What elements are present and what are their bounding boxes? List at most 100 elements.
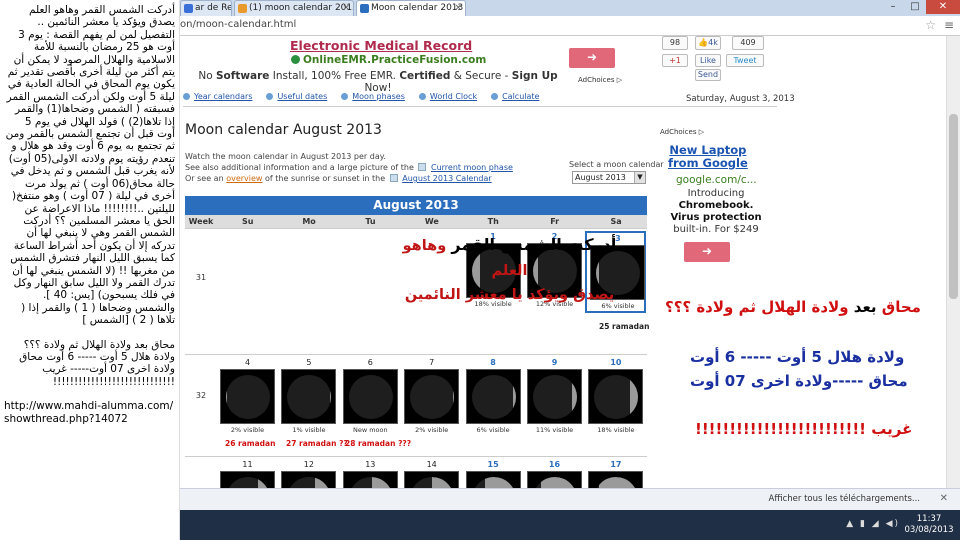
visibility-label: 18% visible — [597, 426, 635, 434]
calendar-day-cell[interactable]: 14First quarter — [401, 459, 462, 488]
ad-url[interactable]: OnlineEMR.PracticeFusion.com — [291, 54, 486, 66]
annotation-text: محاق — [876, 298, 921, 316]
ad-title-link[interactable]: Electronic Medical Record — [290, 38, 472, 53]
calendar-day-cell[interactable]: 4 2% visible — [217, 357, 278, 437]
tab-close-icon[interactable]: × — [454, 1, 462, 15]
system-tray-icons[interactable]: ▲ ▮ ◢ ◀) — [846, 519, 900, 529]
ad-text-part: Certified — [399, 70, 451, 82]
address-bar[interactable]: on/moon-calendar.html ☆ ≡ — [180, 16, 960, 36]
moon-phase-image — [281, 471, 337, 488]
bookmark-star-icon[interactable]: ☆ — [925, 18, 936, 32]
nav-useful-dates[interactable]: Useful dates — [266, 92, 327, 101]
bullet-icon — [183, 93, 190, 100]
calendar-day-cell[interactable]: 6 New moon — [340, 357, 401, 437]
dow-label: Week — [188, 217, 214, 226]
annotation-3: محاق -----ولادة اخرى 07 أوت — [690, 372, 908, 390]
tab-3[interactable]: Moon calendar 2013 × — [356, 0, 466, 16]
tab-close-icon[interactable]: × — [342, 1, 350, 15]
calendar-day-cell[interactable]: 1348% visible — [340, 459, 401, 488]
calendar-day-cell[interactable]: 7 2% visible — [401, 357, 462, 437]
month-select[interactable]: August 2013 ▼ — [572, 171, 646, 184]
adchoices-label[interactable]: AdChoices ▷ — [660, 128, 704, 136]
moon-lit-portion — [541, 477, 577, 488]
google-ad-title[interactable]: New Laptop from Google — [668, 144, 748, 170]
nav-world-clock[interactable]: World Clock — [418, 92, 477, 101]
calendar-day-cell[interactable]: 10 18% visible — [585, 357, 646, 437]
calendar-day-cell[interactable]: 9 11% visible — [524, 357, 585, 437]
ad-arrow-button[interactable]: ➜ — [569, 48, 615, 68]
dow-label: Fr — [550, 217, 560, 226]
moon-disc — [471, 375, 516, 419]
maximize-icon[interactable]: □ — [904, 0, 926, 14]
tab-label: ar de Recher — [195, 3, 231, 13]
close-window-icon[interactable]: ✕ — [926, 0, 960, 14]
menu-icon[interactable]: ≡ — [944, 18, 954, 32]
url-text[interactable]: on/moon-calendar.html — [180, 19, 296, 30]
ad-text-line: Virus protection — [670, 212, 762, 223]
web-page: Electronic Medical Record OnlineEMR.Prac… — [180, 36, 946, 488]
nav-calculate[interactable]: Calculate — [491, 92, 539, 101]
taskbar-clock[interactable]: 11:37 03/08/2013 — [904, 514, 954, 536]
moon-disc — [348, 375, 393, 419]
scrollbar[interactable] — [946, 36, 960, 488]
calendar-day-cell[interactable]: 1681% visible — [524, 459, 585, 488]
calendar-day-cell[interactable]: 5 1% visible — [278, 357, 339, 437]
minimize-icon[interactable]: – — [882, 0, 904, 14]
moon-phase-image — [342, 369, 398, 424]
clock-date: 03/08/2013 — [904, 525, 954, 535]
adchoices-label[interactable]: AdChoices ▷ — [578, 76, 622, 84]
fb-like-button[interactable]: Like — [695, 54, 721, 67]
annotation-2: ولادة هلال 5 أوت ----- 6 أوت — [690, 348, 905, 366]
moon-disc — [533, 477, 577, 488]
bullet-icon — [266, 93, 274, 100]
tab-1[interactable]: ar de Recher — [180, 0, 232, 16]
day-number: 6 — [367, 358, 373, 367]
ad-globe-icon — [291, 55, 300, 64]
google-ad-url[interactable]: google.com/c... — [676, 174, 757, 186]
overview-link[interactable]: overview — [226, 174, 262, 183]
scrollbar-thumb[interactable] — [949, 114, 958, 299]
calendar-day-cell[interactable]: 8 6% visible — [463, 357, 524, 437]
day-number: 9 — [551, 358, 558, 367]
google-ad-arrow-button[interactable]: ➜ — [684, 242, 730, 262]
day-number: 17 — [610, 460, 622, 469]
share-count: 98 — [662, 36, 688, 50]
fb-send-button[interactable]: Send — [695, 69, 721, 81]
nav-moon-phases[interactable]: Moon phases — [341, 92, 405, 101]
ad-text-line: Introducing — [687, 188, 745, 199]
post-link[interactable]: http://www.mahdi-alumma.com/showthread.p… — [4, 400, 175, 425]
nav-year-calendars[interactable]: Year calendars — [183, 92, 252, 101]
moon-phase-image — [588, 369, 644, 424]
current-moon-phase-link[interactable]: Current moon phase — [431, 163, 513, 172]
description: Watch the moon calendar in August 2013 p… — [185, 151, 513, 184]
ad-text-part: Install, 100% Free EMR. — [269, 70, 400, 82]
gplus-button[interactable]: +1 — [662, 54, 688, 67]
close-icon[interactable]: ✕ — [940, 493, 948, 504]
nav-links: Year calendars Useful dates Moon phases Wor… — [183, 92, 553, 101]
desc-line-3: Or see an overview of the sunrise or sun… — [185, 173, 513, 184]
tab-2[interactable]: (1) moon calendar 2013 - × — [234, 0, 354, 16]
visibility-label: New moon — [352, 426, 388, 434]
bullet-icon — [418, 93, 426, 100]
desc-text: See also additional information and a la… — [185, 163, 414, 172]
august-calendar-link[interactable]: August 2013 Calendar — [402, 174, 491, 183]
calendar-day-cell[interactable]: 1127% visible — [217, 459, 278, 488]
calendar-day-cell[interactable]: 1570% visible — [463, 459, 524, 488]
calendar-day-cell[interactable]: 1789% visible — [585, 459, 646, 488]
social-buttons: 98 👍4k 409 +1 Like Tweet Send — [662, 36, 772, 96]
day-number: 11 — [242, 460, 253, 469]
moon-phase-image — [527, 369, 582, 424]
visibility-label: 6% visible — [476, 426, 510, 434]
day-number: 10 — [610, 358, 622, 367]
show-downloads-link[interactable]: Afficher tous les téléchargements... — [769, 494, 920, 504]
calendar-day-cell[interactable]: 1237% visible — [278, 459, 339, 488]
side-post-text: أدركت الشمس القمر وهاهو العلم يصدق ويؤكد… — [0, 0, 180, 540]
week-number: 32 — [195, 391, 207, 400]
moon-lit-portion — [512, 375, 516, 419]
annotation-text: بعد — [853, 298, 877, 316]
moon-calendar: August 2013 Week Su Mo Tu We Th Fr Sa 31… — [185, 196, 649, 488]
moon-phase-image — [465, 369, 521, 424]
desc-text: Or see an — [185, 174, 224, 183]
tweet-button[interactable]: Tweet — [726, 54, 764, 67]
dow-label: Su — [241, 217, 254, 226]
